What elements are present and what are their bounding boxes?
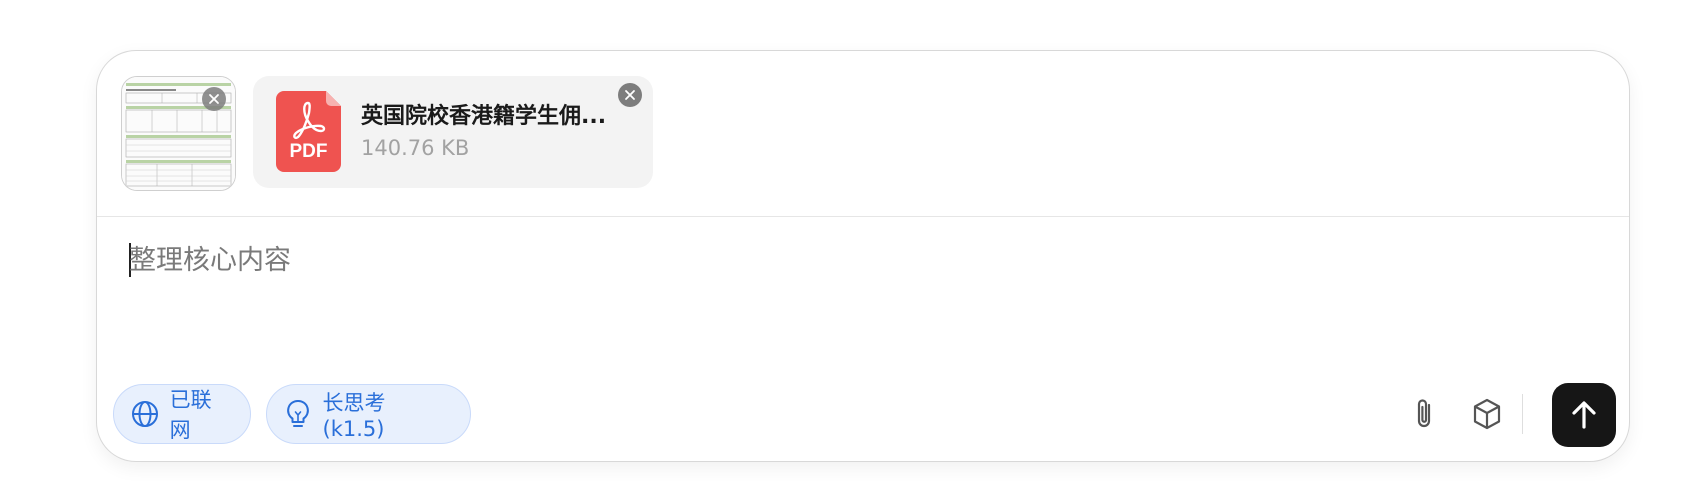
send-button[interactable]: [1552, 383, 1616, 447]
attachment-tray: PDF 英国院校香港籍学生佣... 140.76 KB: [97, 51, 1629, 217]
file-attachment-card[interactable]: PDF 英国院校香港籍学生佣... 140.76 KB: [253, 76, 653, 188]
web-search-label: 已联网: [169, 388, 212, 442]
remove-file-attachment-button[interactable]: [618, 83, 642, 107]
chat-composer: PDF 英国院校香港籍学生佣... 140.76 KB 已联网: [96, 50, 1630, 462]
attach-file-button[interactable]: [1403, 393, 1445, 435]
model-select-button[interactable]: [1466, 393, 1508, 435]
globe-icon: [130, 399, 160, 429]
file-size: 140.76 KB: [361, 136, 470, 160]
pdf-file-icon: PDF: [276, 91, 341, 172]
image-attachment-thumbnail[interactable]: [121, 76, 236, 191]
remove-image-attachment-button[interactable]: [202, 87, 226, 111]
long-thinking-label: 长思考 (k1.5): [322, 391, 386, 441]
close-icon: [625, 90, 635, 100]
close-icon: [209, 94, 219, 104]
cube-icon: [1473, 398, 1501, 430]
arrow-up-icon: [1572, 401, 1596, 429]
long-thinking-toggle[interactable]: 长思考 (k1.5): [266, 384, 471, 444]
toolbar-divider: [1522, 394, 1523, 434]
message-input[interactable]: [129, 241, 1589, 361]
paperclip-icon: [1417, 399, 1431, 428]
web-search-toggle[interactable]: 已联网: [113, 384, 251, 444]
file-name: 英国院校香港籍学生佣...: [361, 104, 607, 129]
pdf-type-label: PDF: [290, 141, 328, 162]
lightbulb-icon: [283, 399, 313, 429]
